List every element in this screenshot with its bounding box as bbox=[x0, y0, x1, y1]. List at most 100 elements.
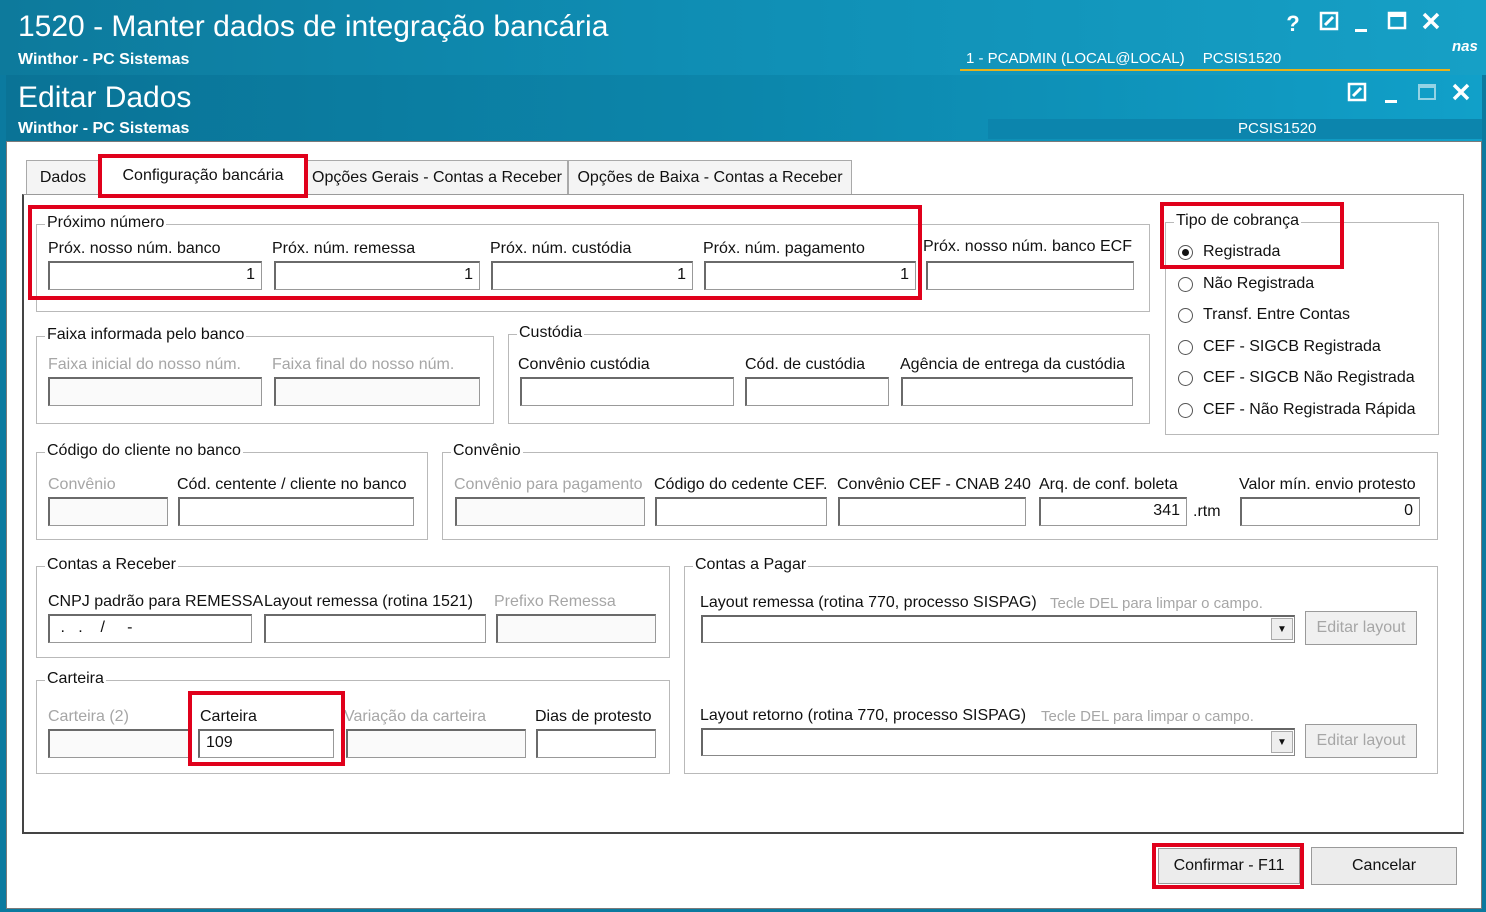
outer-window-titlebar: 1520 - Manter dados de integração bancár… bbox=[0, 0, 1486, 75]
radio-icon bbox=[1178, 370, 1193, 386]
radio-cef-sigcb-nao-reg-label: CEF - SIGCB Não Registrada bbox=[1203, 369, 1415, 386]
contas-receber-title: Contas a Receber bbox=[45, 556, 178, 574]
cnpj-remessa-label: CNPJ padrão para REMESSA bbox=[48, 593, 264, 610]
highlight-carteira bbox=[188, 691, 345, 766]
tab-dados[interactable]: Dados bbox=[26, 160, 100, 195]
radio-icon bbox=[1178, 307, 1193, 323]
radio-cef-rapida-label: CEF - Não Registrada Rápida bbox=[1203, 401, 1416, 418]
carteira-group: Carteira bbox=[36, 670, 670, 774]
convenio-custodia-input[interactable] bbox=[520, 377, 734, 406]
agencia-custodia-label: Agência de entrega da custódia bbox=[900, 356, 1126, 373]
minimize-icon[interactable] bbox=[1376, 83, 1406, 112]
dias-protesto-input[interactable] bbox=[536, 729, 656, 758]
codigo-cliente-title: Código do cliente no banco bbox=[45, 442, 243, 460]
chevron-down-icon[interactable]: ▼ bbox=[1271, 731, 1293, 753]
radio-nao-registrada[interactable]: Não Registrada bbox=[1178, 275, 1314, 293]
user-status-bar: 1 - PCADMIN (LOCAL@LOCAL) PCSIS1520 bbox=[960, 50, 1450, 71]
help-button[interactable]: ? bbox=[1278, 10, 1308, 38]
carteira-2-input bbox=[48, 729, 192, 758]
cnab-240-input[interactable] bbox=[838, 497, 1026, 526]
inner-window-subtitle: Winthor - PC Sistemas bbox=[18, 120, 190, 137]
cod-custodia-input[interactable] bbox=[745, 377, 889, 406]
radio-transf-label: Transf. Entre Contas bbox=[1203, 306, 1351, 323]
inner-routine-code: PCSIS1520 bbox=[988, 119, 1482, 139]
convenio-title: Convênio bbox=[451, 442, 523, 460]
faixa-final-input bbox=[274, 377, 480, 406]
cod-cedente-input[interactable] bbox=[178, 497, 414, 526]
variacao-carteira-input bbox=[346, 729, 526, 758]
cod-custodia-label: Cód. de custódia bbox=[745, 356, 866, 373]
layout-remessa-sispag-label: Layout remessa (rotina 770, processo SIS… bbox=[700, 594, 1037, 611]
convenio-group: Convênio bbox=[442, 442, 1438, 540]
custodia-title: Custódia bbox=[517, 324, 585, 342]
arq-conf-boleta-label: Arq. de conf. boleta bbox=[1039, 476, 1178, 493]
codigo-cliente-group: Código do cliente no banco bbox=[36, 442, 428, 540]
tab-opcoes-de-baixa[interactable]: Opções de Baixa - Contas a Receber bbox=[568, 160, 852, 195]
chevron-down-icon[interactable]: ▼ bbox=[1271, 618, 1293, 640]
arq-ext-label: .rtm bbox=[1193, 503, 1221, 520]
contas-receber-group: Contas a Receber bbox=[36, 556, 670, 658]
convenio-custodia-label: Convênio custódia bbox=[518, 356, 650, 373]
faixa-inicial-input bbox=[48, 377, 262, 406]
arq-conf-boleta-input[interactable]: 341 bbox=[1039, 497, 1187, 526]
dias-protesto-label: Dias de protesto bbox=[535, 708, 652, 725]
radio-icon bbox=[1178, 339, 1193, 355]
close-icon[interactable] bbox=[1446, 81, 1476, 109]
radio-transf-entre-contas[interactable]: Transf. Entre Contas bbox=[1178, 306, 1350, 324]
convenio-pagamento-input bbox=[455, 497, 645, 526]
convenio-cliente-label: Convênio bbox=[48, 476, 116, 493]
faixa-inicial-label: Faixa inicial do nosso núm. bbox=[48, 356, 241, 373]
radio-cef-sigcb-nao-registrada[interactable]: CEF - SIGCB Não Registrada bbox=[1178, 369, 1415, 387]
highlight-confirmar bbox=[1152, 843, 1304, 889]
routine-code: PCSIS1520 bbox=[1202, 50, 1282, 67]
faixa-title: Faixa informada pelo banco bbox=[45, 326, 247, 344]
cancelar-button[interactable]: Cancelar bbox=[1311, 847, 1457, 885]
cedente-cef-input[interactable] bbox=[655, 497, 827, 526]
prefixo-remessa-label: Prefixo Remessa bbox=[494, 593, 616, 610]
agencia-custodia-input[interactable] bbox=[901, 377, 1133, 406]
highlight-tipo-cobranca bbox=[1160, 202, 1344, 269]
variacao-carteira-label: Variação da carteira bbox=[344, 708, 486, 725]
layout-retorno-select[interactable]: ▼ bbox=[701, 728, 1295, 756]
faixa-final-label: Faixa final do nosso núm. bbox=[272, 356, 455, 373]
layout-remessa-hint: Tecle DEL para limpar o campo. bbox=[1050, 595, 1263, 612]
cod-cedente-label: Cód. centente / cliente no banco bbox=[177, 476, 407, 493]
layout-remessa-select[interactable]: ▼ bbox=[701, 615, 1295, 643]
inner-window-title: Editar Dados bbox=[18, 81, 192, 114]
brand-fragment: nas bbox=[1452, 38, 1478, 55]
layout-remessa-1521-label: Layout remessa (rotina 1521) bbox=[264, 593, 473, 610]
highlight-tab bbox=[98, 154, 308, 198]
radio-icon bbox=[1178, 402, 1193, 418]
prox-nosso-num-ecf-label: Próx. nosso núm. banco ECF bbox=[923, 238, 1132, 255]
radio-cef-sigcb-registrada[interactable]: CEF - SIGCB Registrada bbox=[1178, 338, 1381, 356]
convenio-pagamento-label: Convênio para pagamento bbox=[454, 476, 643, 493]
close-icon[interactable] bbox=[1416, 10, 1446, 38]
layout-remessa-1521-input[interactable] bbox=[264, 614, 486, 643]
layout-retorno-hint: Tecle DEL para limpar o campo. bbox=[1041, 708, 1254, 725]
valor-min-protesto-label: Valor mín. envio protesto bbox=[1239, 476, 1416, 493]
outer-window-subtitle: Winthor - PC Sistemas bbox=[18, 51, 190, 68]
carteira-2-label: Carteira (2) bbox=[48, 708, 129, 725]
tab-opcoes-gerais[interactable]: Opções Gerais - Contas a Receber bbox=[306, 160, 568, 195]
user-info: 1 - PCADMIN (LOCAL@LOCAL) bbox=[966, 50, 1185, 67]
highlight-proximo-numero bbox=[28, 205, 922, 300]
radio-cef-sigcb-reg-label: CEF - SIGCB Registrada bbox=[1203, 338, 1381, 355]
cedente-cef-label: Código do cedente CEF. bbox=[654, 476, 828, 493]
maximize-icon[interactable] bbox=[1382, 10, 1412, 38]
cnpj-remessa-input[interactable]: . . / - bbox=[48, 614, 252, 643]
layout-retorno-sispag-label: Layout retorno (rotina 770, processo SIS… bbox=[700, 707, 1027, 724]
restore-icon[interactable] bbox=[1314, 10, 1344, 38]
radio-cef-nao-registrada-rapida[interactable]: CEF - Não Registrada Rápida bbox=[1178, 401, 1416, 419]
outer-window-title: 1520 - Manter dados de integração bancár… bbox=[18, 10, 609, 43]
editar-layout-remessa-button[interactable]: Editar layout bbox=[1305, 611, 1417, 645]
radio-icon bbox=[1178, 276, 1193, 292]
contas-pagar-title: Contas a Pagar bbox=[693, 556, 809, 574]
inner-window-titlebar: Editar Dados Winthor - PC Sistemas PCSIS… bbox=[6, 75, 1482, 141]
valor-min-protesto-input[interactable]: 0 bbox=[1240, 497, 1420, 526]
minimize-icon[interactable] bbox=[1346, 12, 1376, 41]
prox-nosso-num-ecf-input[interactable] bbox=[926, 261, 1134, 290]
carteira-title: Carteira bbox=[45, 670, 106, 688]
restore-icon[interactable] bbox=[1342, 81, 1372, 109]
editar-layout-retorno-button[interactable]: Editar layout bbox=[1305, 724, 1417, 758]
convenio-cliente-input bbox=[48, 497, 168, 526]
